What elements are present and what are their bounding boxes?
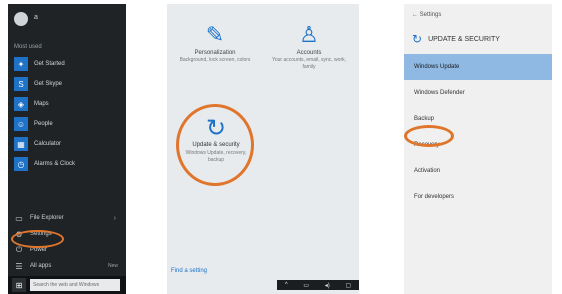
person-icon: ♙ [299,22,319,47]
file-explorer-item[interactable]: ▭ File Explorer › [14,210,122,226]
app-list: ✦ Get Started S Get Skype ◈ Maps ☺ Peopl… [14,54,122,174]
app-label: Calculator [34,141,62,147]
nav-item-activation[interactable]: Activation [404,158,552,184]
update-security-page: ← Settings ↻ UPDATE & SECURITY Windows U… [404,4,552,294]
pen-icon: ✎ [205,22,225,47]
app-item-maps[interactable]: ◈ Maps [14,94,122,114]
taskbar: ⊞ Search the web and Windows [8,276,126,294]
item-label: All apps [30,263,52,269]
page-header: ↻ UPDATE & SECURITY [412,32,500,46]
folder-icon: ▭ [15,213,23,223]
app-label: People [34,121,53,127]
tile-title: Accounts [296,50,322,56]
app-label: Get Started [34,61,65,67]
app-item-get-started[interactable]: ✦ Get Started [14,54,122,74]
avatar[interactable] [14,12,28,26]
tile-desc: Your accounts, email, sync, work, family [271,57,346,70]
network-icon[interactable]: ▭ [303,282,309,289]
item-label: File Explorer [30,215,64,221]
app-item-calculator[interactable]: ▦ Calculator [14,134,122,154]
volume-icon[interactable]: ◂) [325,282,330,289]
personalization-tile[interactable]: ✎ Personalization Background, lock scree… [175,22,255,64]
notification-icon[interactable]: ▢ [345,282,351,289]
user-name[interactable]: a [34,14,38,21]
update-highlight-ring [176,104,254,186]
start-menu: a Most used ✦ Get Started S Get Skype ◈ … [8,4,126,294]
app-label: Maps [34,101,49,107]
page-title: UPDATE & SECURITY [428,35,500,43]
settings-highlight-ring [11,230,64,248]
chevron-up-icon[interactable]: ^ [285,282,288,288]
app-label: Alarms & Clock [34,161,76,167]
nav-item-windows-defender[interactable]: Windows Defender [404,80,552,106]
app-item-people[interactable]: ☺ People [14,114,122,134]
tile-title: Personalization [194,50,236,56]
refresh-icon: ↻ [412,32,423,46]
chevron-right-icon: › [113,214,116,222]
system-tray: ^ ▭ ◂) ▢ [277,280,359,290]
most-used-heading: Most used [14,44,42,50]
tile-desc: Background, lock screen, colors [179,57,251,63]
recovery-highlight-ring [404,125,454,147]
nav-item-windows-update[interactable]: Windows Update [404,54,552,80]
map-icon: ◈ [14,97,28,111]
nav-item-for-developers[interactable]: For developers [404,184,552,210]
app-item-get-skype[interactable]: S Get Skype [14,74,122,94]
app-label: Get Skype [34,81,63,87]
accounts-tile[interactable]: ♙ Accounts Your accounts, email, sync, w… [269,22,349,71]
calculator-icon: ▦ [14,137,28,151]
settings-home: ✎ Personalization Background, lock scree… [167,4,359,294]
clock-icon: ◷ [14,157,28,171]
search-input[interactable]: Search the web and Windows [30,279,120,291]
lightbulb-icon: ✦ [14,57,28,71]
back-button[interactable]: ← Settings [412,12,441,18]
people-icon: ☺ [14,117,28,131]
windows-start-icon[interactable]: ⊞ [12,278,26,292]
find-setting-link[interactable]: Find a setting [171,268,207,274]
apps-icon: ☰ [15,261,23,271]
skype-icon: S [14,77,28,91]
all-apps-item[interactable]: ☰ All apps New [14,258,122,274]
new-badge: New [107,263,118,269]
app-item-alarms-clock[interactable]: ◷ Alarms & Clock [14,154,122,174]
